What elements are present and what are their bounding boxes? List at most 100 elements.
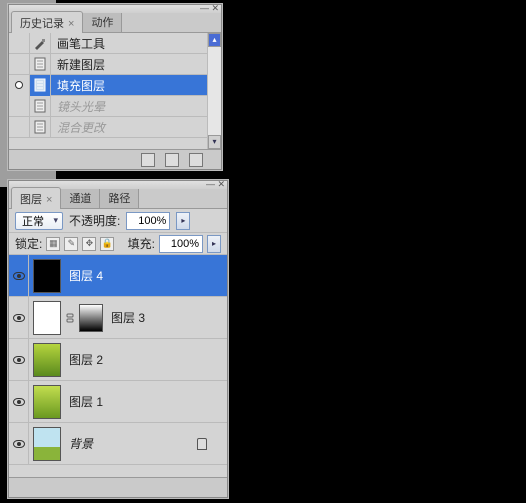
tab-channels[interactable]: 通道	[60, 186, 100, 208]
close-icon[interactable]: ×	[46, 194, 52, 206]
layers-tabs: 图层 × 通道 路径	[9, 189, 227, 209]
lock-fill-row: 锁定: ▦ ✎ ✥ 🔒 填充: ▸	[9, 233, 227, 255]
scrollbar[interactable]: ▴ ▾	[207, 33, 221, 149]
thumb-group	[29, 385, 65, 419]
tab-label: 路径	[108, 193, 130, 205]
scroll-up-icon[interactable]: ▴	[208, 33, 221, 47]
layer-name-label[interactable]: 图层 2	[65, 351, 103, 368]
layer-row[interactable]: 图层 2	[9, 339, 227, 381]
thumb-group	[29, 259, 65, 293]
history-icon-slot	[30, 96, 51, 117]
brush-icon	[32, 35, 48, 51]
history-cursor-icon	[15, 81, 23, 89]
layer-thumbnail[interactable]	[33, 301, 61, 335]
fill-input[interactable]	[159, 235, 203, 253]
mask-thumbnail[interactable]	[79, 304, 103, 332]
layer-row[interactable]: 图层 1	[9, 381, 227, 423]
layers-panel: — ✕ 图层 × 通道 路径 正常 不透明度: ▸ 锁定: ▦ ✎ ✥ 🔒 填充:…	[8, 180, 228, 498]
lock-position-icon[interactable]: ✥	[82, 237, 96, 251]
layer-name-label[interactable]: 图层 3	[107, 309, 145, 326]
history-item-label: 填充图层	[51, 77, 105, 94]
tab-label: 历史记录	[20, 18, 64, 30]
history-tabs: 历史记录 × 动作	[9, 13, 221, 33]
history-list: 画笔工具新建图层填充图层镜头光晕混合更改	[9, 33, 221, 148]
tab-label: 图层	[20, 194, 42, 206]
layer-name-label[interactable]: 图层 1	[65, 393, 103, 410]
opacity-label: 不透明度:	[69, 212, 120, 229]
history-item-label: 混合更改	[51, 119, 105, 136]
tab-history[interactable]: 历史记录 ×	[11, 11, 83, 33]
lock-icon	[197, 438, 207, 450]
lock-all-icon[interactable]: 🔒	[100, 237, 114, 251]
lock-pixels-icon[interactable]: ✎	[64, 237, 78, 251]
doc-icon	[32, 98, 48, 114]
layers-footer	[9, 477, 227, 497]
history-item[interactable]: 镜头光晕	[9, 96, 221, 117]
history-marker-slot[interactable]	[9, 54, 30, 75]
close-icon[interactable]: ×	[68, 18, 74, 30]
thumb-group	[29, 427, 65, 461]
layer-name-label[interactable]: 背景	[65, 435, 93, 452]
tab-label: 动作	[91, 17, 113, 29]
visibility-toggle[interactable]	[9, 381, 29, 423]
history-item[interactable]: 新建图层	[9, 54, 221, 75]
fill-label: 填充:	[128, 235, 155, 252]
layer-row[interactable]: 图层 4	[9, 255, 227, 297]
doc-icon	[32, 77, 48, 93]
trash-icon[interactable]	[189, 153, 203, 167]
tab-actions[interactable]: 动作	[82, 10, 122, 32]
visibility-toggle[interactable]	[9, 255, 29, 297]
new-doc-icon[interactable]	[165, 153, 179, 167]
history-icon-slot	[30, 33, 51, 54]
tab-paths[interactable]: 路径	[99, 186, 139, 208]
layer-thumbnail[interactable]	[33, 259, 61, 293]
visibility-toggle[interactable]	[9, 297, 29, 339]
visibility-toggle[interactable]	[9, 339, 29, 381]
tab-label: 通道	[69, 193, 91, 205]
eye-icon	[13, 398, 25, 406]
history-item[interactable]: 混合更改	[9, 117, 221, 138]
history-item-label: 镜头光晕	[51, 98, 105, 115]
blend-mode-value: 正常	[22, 213, 44, 229]
doc-icon	[32, 56, 48, 72]
history-item-label: 画笔工具	[51, 35, 105, 52]
history-marker-slot[interactable]	[9, 33, 30, 54]
thumb-group	[29, 301, 107, 335]
history-item[interactable]: 画笔工具	[9, 33, 221, 54]
layer-list: 图层 4 图层 3 图层 2 图层 1 背景	[9, 255, 227, 483]
history-icon-slot	[30, 117, 51, 138]
visibility-toggle[interactable]	[9, 423, 29, 465]
history-marker-slot[interactable]	[9, 96, 30, 117]
blend-opacity-row: 正常 不透明度: ▸	[9, 209, 227, 233]
history-item-label: 新建图层	[51, 56, 105, 73]
layer-row[interactable]: 背景	[9, 423, 227, 465]
doc-icon	[32, 119, 48, 135]
fill-flyout-icon[interactable]: ▸	[207, 235, 221, 253]
history-marker-slot[interactable]	[9, 75, 30, 96]
link-icon[interactable]	[65, 311, 75, 325]
opacity-flyout-icon[interactable]: ▸	[176, 212, 190, 230]
blend-mode-select[interactable]: 正常	[15, 212, 63, 230]
history-icon-slot	[30, 75, 51, 96]
layer-thumbnail[interactable]	[33, 343, 61, 377]
history-item[interactable]: 填充图层	[9, 75, 221, 96]
new-snapshot-icon[interactable]	[141, 153, 155, 167]
eye-icon	[13, 272, 25, 280]
history-panel: — ✕ 历史记录 × 动作 画笔工具新建图层填充图层镜头光晕混合更改 ▴ ▾	[8, 4, 222, 170]
lock-transparent-icon[interactable]: ▦	[46, 237, 60, 251]
layer-name-label[interactable]: 图层 4	[65, 267, 103, 284]
minimize-icon[interactable]: — ✕	[206, 179, 225, 190]
layer-thumbnail[interactable]	[33, 427, 61, 461]
eye-icon	[13, 356, 25, 364]
scroll-down-icon[interactable]: ▾	[208, 135, 221, 149]
minimize-icon[interactable]: — ✕	[200, 3, 219, 14]
eye-icon	[13, 314, 25, 322]
layer-thumbnail[interactable]	[33, 385, 61, 419]
opacity-input[interactable]	[126, 212, 170, 230]
tab-layers[interactable]: 图层 ×	[11, 187, 61, 209]
layer-row[interactable]: 图层 3	[9, 297, 227, 339]
history-icon-slot	[30, 54, 51, 75]
thumb-group	[29, 343, 65, 377]
eye-icon	[13, 440, 25, 448]
history-marker-slot[interactable]	[9, 117, 30, 138]
